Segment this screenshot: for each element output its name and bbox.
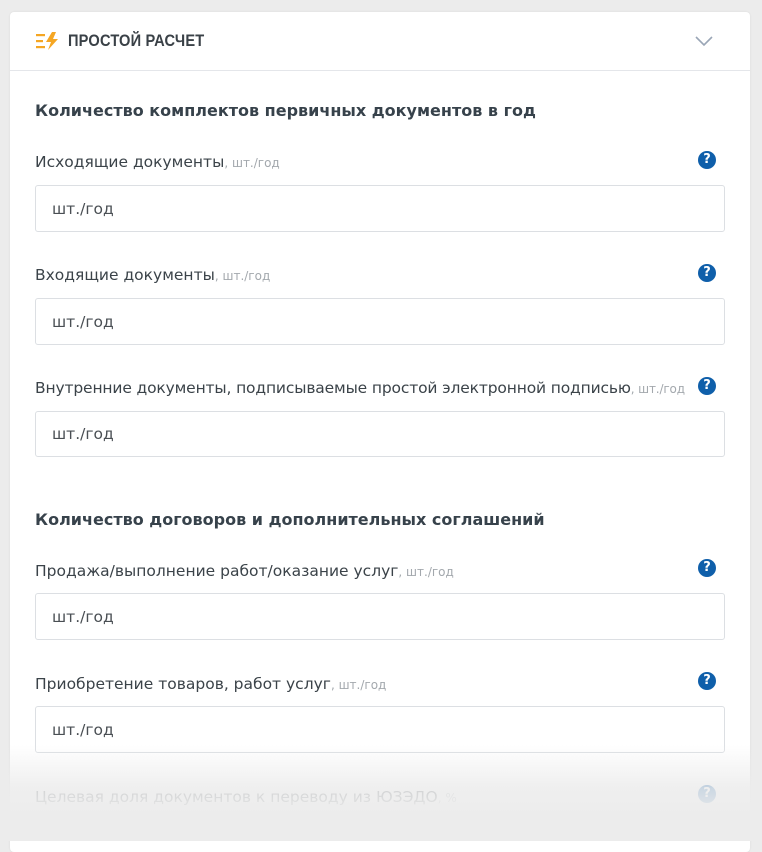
label-text: Внутренние документы, подписываемые прос…: [35, 379, 631, 397]
label-text: Исходящие документы: [35, 153, 225, 171]
outgoing-docs-input[interactable]: [35, 185, 725, 232]
unit-text: , шт./год: [398, 565, 454, 579]
unit-text: , шт./год: [630, 382, 685, 396]
section-title-contracts: Количество договоров и дополнительных со…: [35, 510, 545, 529]
section-title-primary-docs: Количество комплектов первичных документ…: [35, 101, 536, 120]
field-label-internal: Внутренние документы, подписываемые прос…: [35, 379, 685, 397]
field-label-outgoing: Исходящие документы, шт./год: [35, 153, 280, 171]
unit-text: , %: [437, 791, 457, 805]
label-text: Входящие документы: [35, 266, 215, 284]
help-icon[interactable]: ?: [698, 151, 716, 169]
field-label-purchase: Приобретение товаров, работ услуг, шт./г…: [35, 675, 386, 693]
unit-text: , шт./год: [330, 678, 387, 692]
lightning-icon: [36, 32, 58, 50]
purchase-input[interactable]: [35, 706, 725, 753]
sales-input[interactable]: [35, 593, 725, 640]
label-text: Целевая доля документов к переводу из ЮЗ…: [35, 788, 438, 806]
incoming-docs-input[interactable]: [35, 298, 725, 345]
label-text: Приобретение товаров, работ услуг: [35, 675, 331, 693]
help-icon[interactable]: ?: [698, 785, 716, 803]
unit-text: , шт./год: [224, 156, 280, 170]
field-label-sales: Продажа/выполнение работ/оказание услуг,…: [35, 562, 454, 580]
calc-header[interactable]: ПРОСТОЙ РАСЧЕТ: [10, 12, 750, 71]
help-icon[interactable]: ?: [698, 672, 716, 690]
simple-calc-card: ПРОСТОЙ РАСЧЕТ Количество комплектов пер…: [10, 12, 750, 852]
help-icon[interactable]: ?: [698, 559, 716, 577]
help-icon[interactable]: ?: [698, 264, 716, 282]
calc-title: ПРОСТОЙ РАСЧЕТ: [68, 31, 205, 50]
help-icon[interactable]: ?: [698, 377, 716, 395]
field-label-target-share: Целевая доля документов к переводу из ЮЗ…: [35, 788, 457, 806]
internal-docs-input[interactable]: [35, 411, 725, 457]
unit-text: , шт./год: [214, 269, 271, 283]
chevron-down-icon[interactable]: [694, 34, 714, 48]
field-label-incoming: Входящие документы, шт./год: [35, 266, 270, 284]
label-text: Продажа/выполнение работ/оказание услуг: [35, 562, 399, 580]
